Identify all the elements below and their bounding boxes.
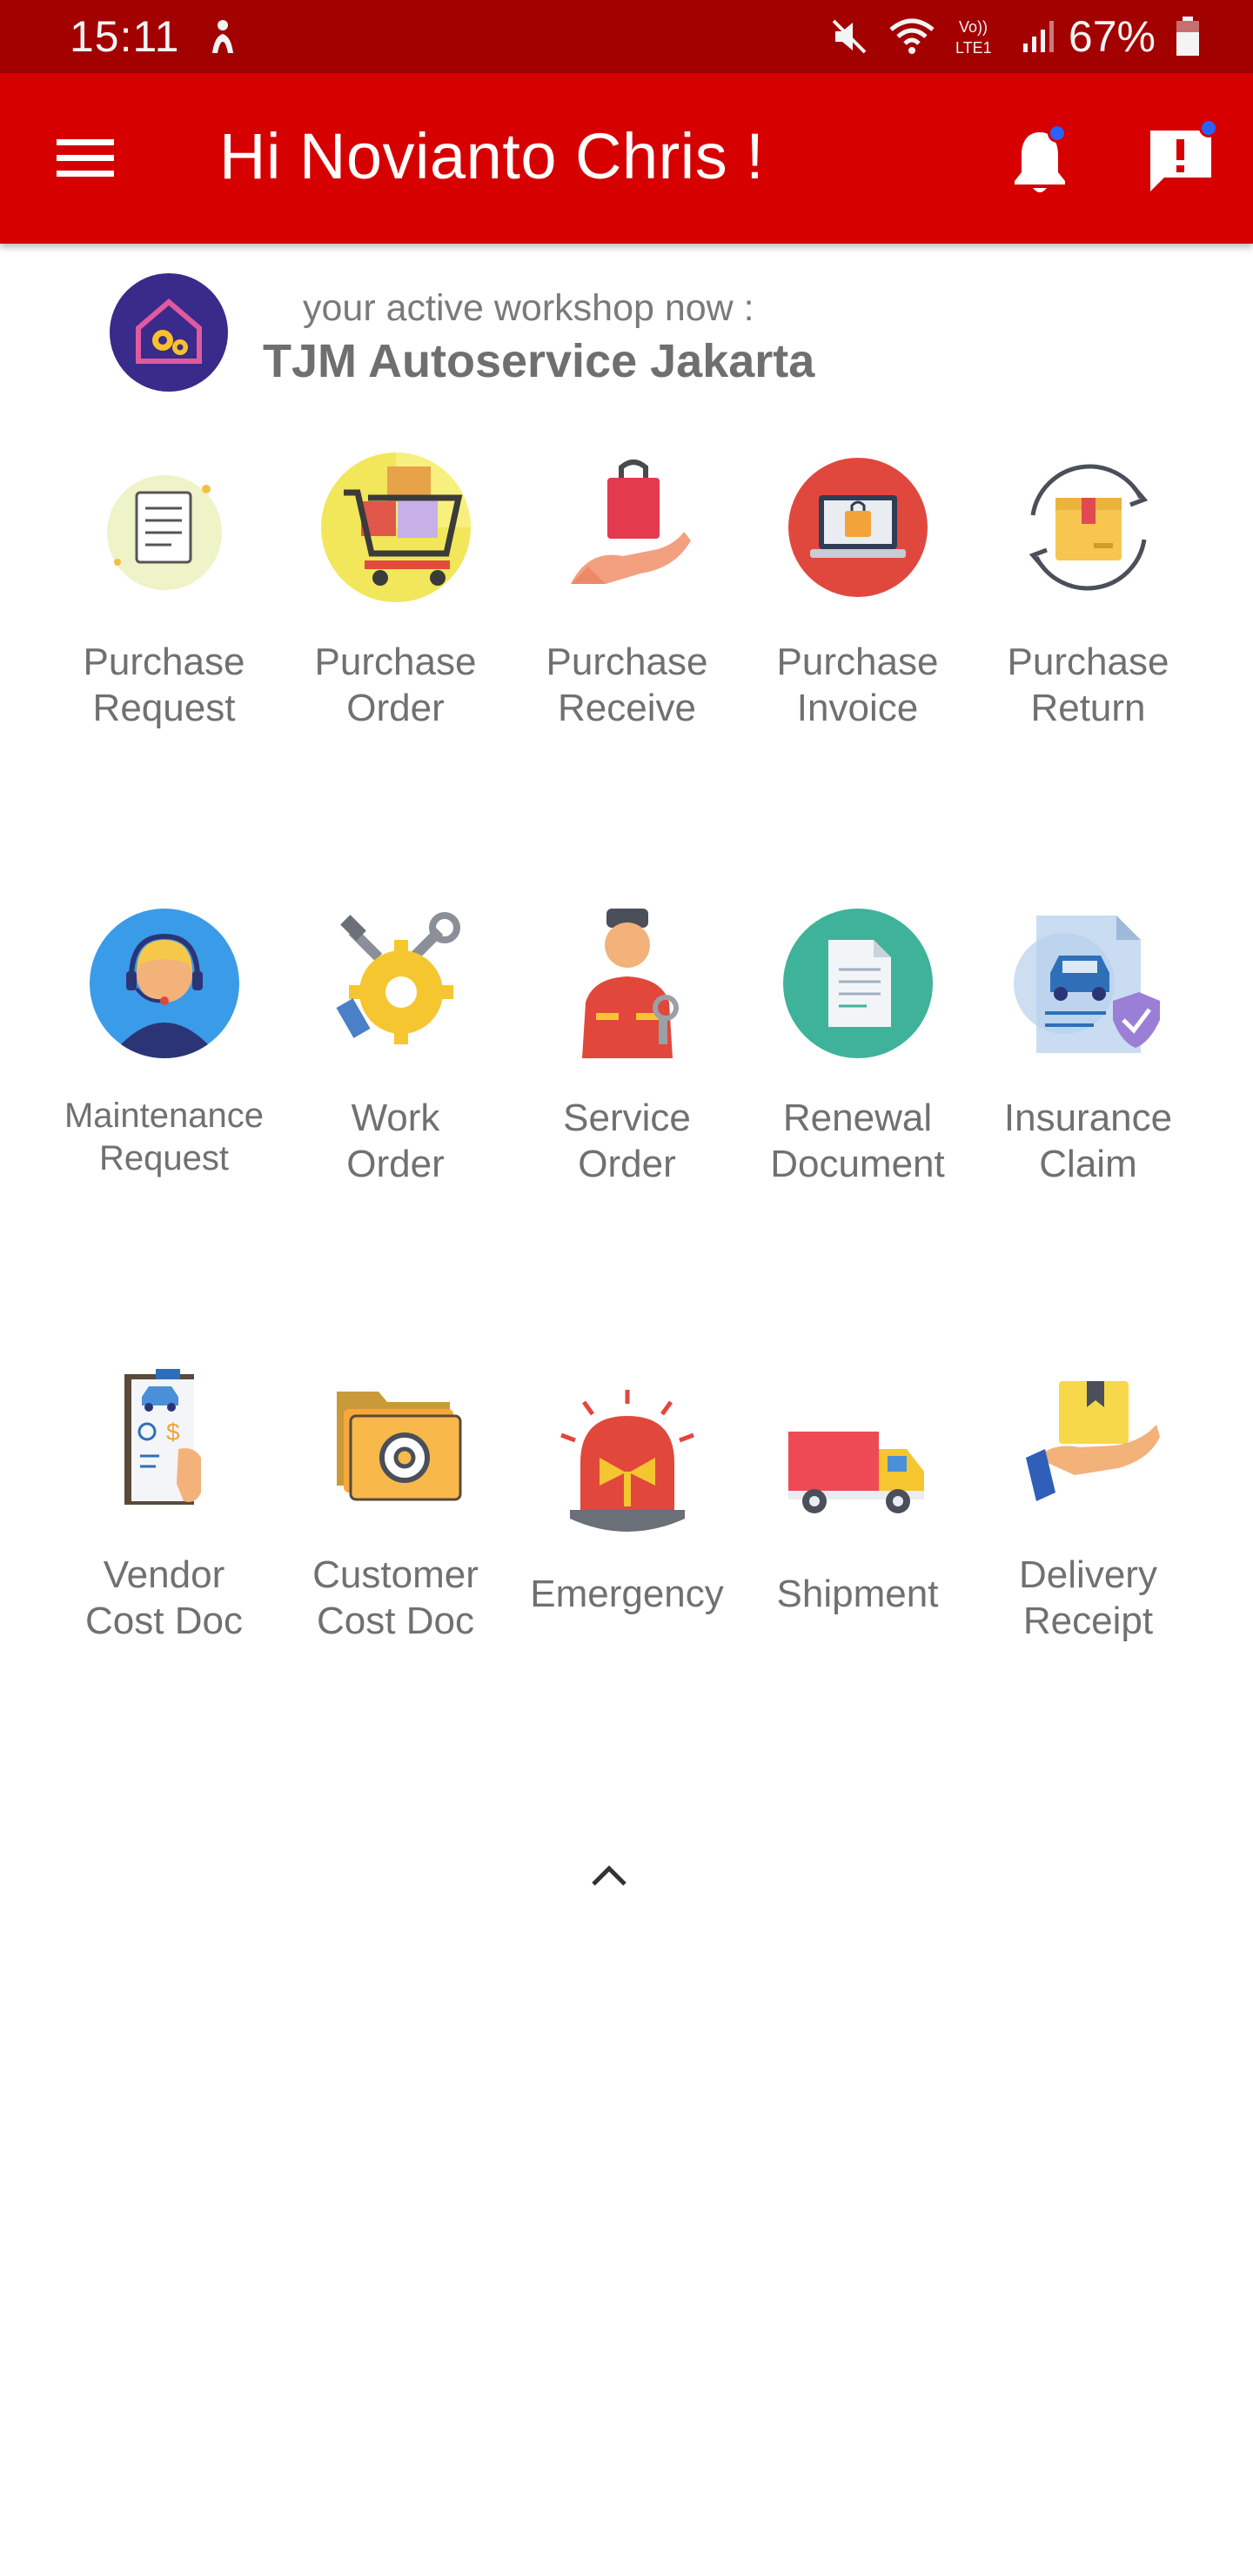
receipt-scroll-icon (86, 449, 243, 606)
menu-item-work-order[interactable]: Work Order (280, 905, 511, 1253)
menu-label: Purchase Request (83, 641, 245, 729)
car-shield-icon (1010, 905, 1167, 1062)
menu-item-purchase-invoice[interactable]: Purchase Invoice (742, 449, 973, 797)
menu-label: Purchase Receive (546, 641, 708, 729)
menu-label: Maintenance Request (64, 1097, 265, 1177)
truck-icon (780, 1388, 936, 1545)
menu-item-purchase-return[interactable]: Purchase Return (973, 449, 1203, 797)
tools-gear-icon (318, 905, 474, 1062)
menu-item-shipment[interactable]: Shipment (742, 1362, 973, 1710)
headset-agent-icon (86, 905, 243, 1062)
menu-item-vendor-cost-doc[interactable]: $ Vendor Cost Doc (49, 1362, 279, 1710)
menu-label: Work Order (346, 1097, 445, 1185)
menu-item-insurance-claim[interactable]: Insurance Claim (973, 905, 1203, 1253)
menu-label: Purchase Invoice (776, 641, 939, 729)
menu-item-purchase-request[interactable]: Purchase Request (49, 449, 279, 797)
menu-label: Purchase Return (1007, 641, 1169, 729)
menu-item-emergency[interactable]: Emergency (512, 1362, 742, 1710)
menu-label: Renewal Document (770, 1097, 945, 1185)
menu-label: Delivery Receipt (1019, 1553, 1157, 1642)
hand-package-icon (1010, 1362, 1167, 1519)
menu-label: Shipment (776, 1573, 939, 1615)
vendor-cost-doc-icon: $ (86, 1362, 243, 1519)
box-return-icon (1010, 449, 1167, 606)
menu-label: Purchase Order (314, 641, 477, 729)
mechanic-icon (549, 905, 706, 1062)
chevron-up-icon (592, 1865, 626, 1886)
collapse-menu-button[interactable] (583, 1859, 635, 1894)
menu-item-maintenance-request[interactable]: Maintenance Request (49, 905, 279, 1253)
menu-label: Insurance Claim (1003, 1097, 1173, 1185)
menu-label: Vendor Cost Doc (85, 1553, 243, 1642)
hand-bag-icon (549, 449, 706, 606)
menu-item-delivery-receipt[interactable]: Delivery Receipt (973, 1362, 1203, 1710)
menu-item-customer-cost-doc[interactable]: Customer Cost Doc (280, 1362, 511, 1710)
svg-text:$: $ (166, 1419, 180, 1446)
menu-item-purchase-order[interactable]: Purchase Order (280, 449, 511, 797)
document-icon (780, 905, 936, 1062)
menu-item-service-order[interactable]: Service Order (512, 905, 742, 1253)
menu-label: Service Order (563, 1097, 691, 1185)
shopping-cart-icon (318, 449, 474, 606)
menu-item-renewal-document[interactable]: Renewal Document (742, 905, 973, 1253)
menu-label: Customer Cost Doc (312, 1553, 479, 1642)
menu-item-purchase-receive[interactable]: Purchase Receive (512, 449, 742, 797)
siren-icon (549, 1388, 706, 1545)
folder-gear-icon (318, 1362, 474, 1519)
menu-grid: Purchase Request Purchase Order Purchase… (0, 0, 1253, 1741)
menu-label: Emergency (530, 1573, 724, 1615)
laptop-bag-icon (780, 449, 936, 606)
